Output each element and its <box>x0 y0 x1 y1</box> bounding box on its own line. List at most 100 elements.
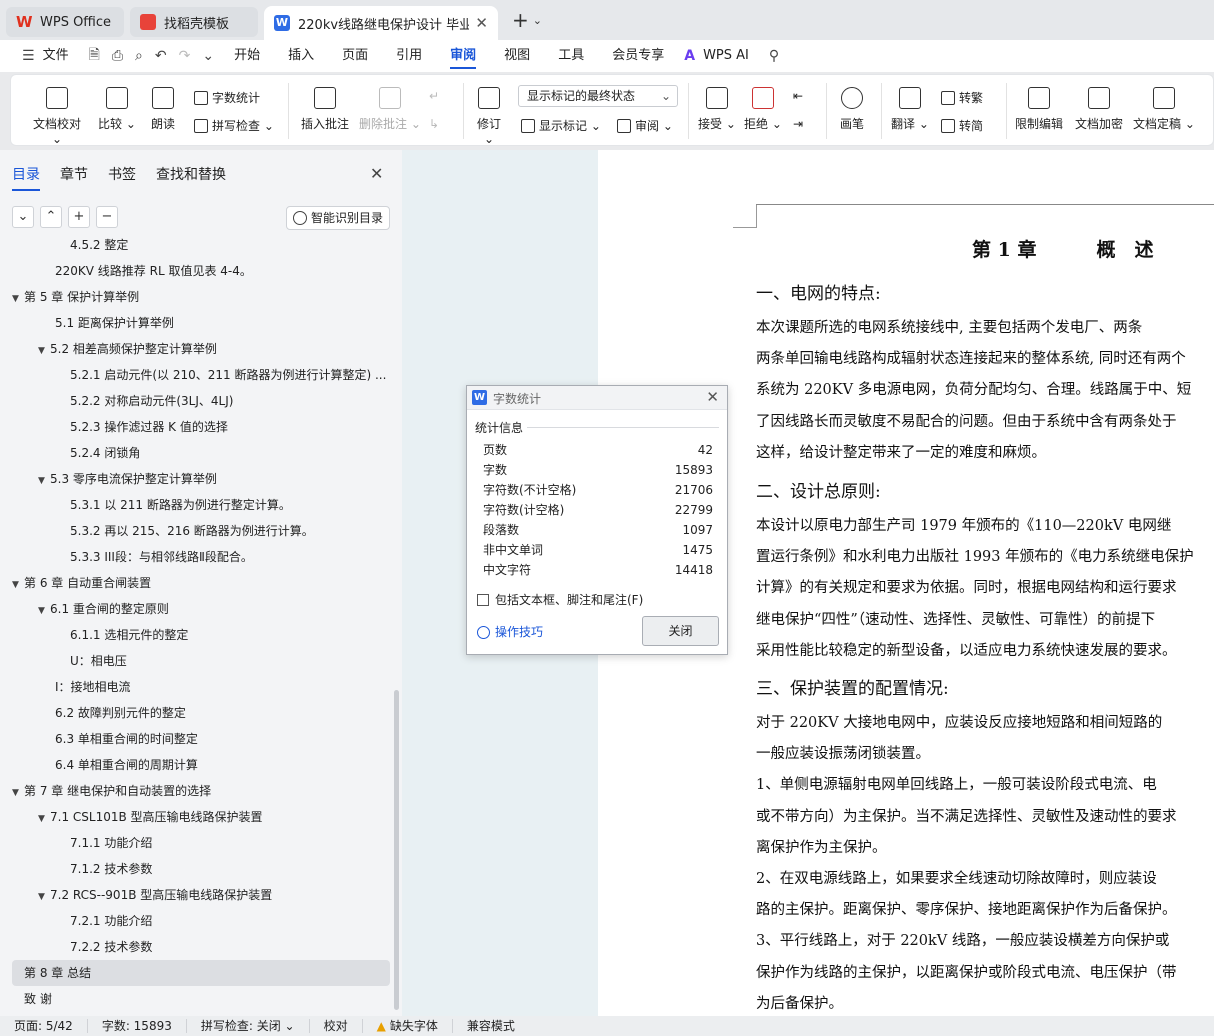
print-preview-icon[interactable]: ⌕ <box>129 48 149 64</box>
expand-triangle-icon[interactable]: ▼ <box>38 806 50 830</box>
toc-item[interactable]: 7.2.2 技术参数 <box>12 934 390 960</box>
chevron-down-icon[interactable]: ⌄ <box>533 14 542 27</box>
reject-button[interactable]: 拒绝 ⌄ <box>744 87 782 132</box>
close-panel-icon[interactable]: ✕ <box>370 164 383 183</box>
tab-toc[interactable]: 目录 <box>12 164 40 191</box>
status-page[interactable]: 页面: 5/42 <box>0 1019 88 1033</box>
menu-home[interactable]: 开始 <box>220 40 274 72</box>
expand-triangle-icon[interactable]: ▼ <box>38 598 50 622</box>
toc-item[interactable]: 7.1.2 技术参数 <box>12 856 390 882</box>
toc-item[interactable]: ▼ 第 6 章 自动重合闸装置 <box>12 570 390 596</box>
toc-item[interactable]: 5.3.2 再以 215、216 断路器为例进行计算。 <box>12 518 390 544</box>
to-traditional-button[interactable]: 转繁 <box>941 89 983 106</box>
expand-triangle-icon[interactable]: ▼ <box>38 338 50 362</box>
status-missing-font[interactable]: ▲ 缺失字体 <box>363 1019 453 1033</box>
proofread-button[interactable]: 文档校对 ⌄ <box>29 87 85 146</box>
compare-button[interactable]: 比较 ⌄ <box>97 87 137 132</box>
track-changes-button[interactable]: 修订 ⌄ <box>471 87 507 146</box>
spell-check-button[interactable]: 拼写检查 ⌄ <box>194 117 274 134</box>
menu-insert[interactable]: 插入 <box>274 40 328 72</box>
toc-item[interactable]: 5.2.4 闭锁角 <box>12 440 390 466</box>
add-heading-icon[interactable]: + <box>68 206 90 228</box>
next-change-icon[interactable]: ⇥ <box>793 117 803 131</box>
toc-item[interactable]: U：相电压 <box>12 648 390 674</box>
toc-item[interactable]: 6.2 故障判别元件的整定 <box>12 700 390 726</box>
menu-tools[interactable]: 工具 <box>544 40 598 72</box>
translate-button[interactable]: 翻译 ⌄ <box>891 87 929 132</box>
toc-item[interactable]: 6.3 单相重合闸的时间整定 <box>12 726 390 752</box>
toc-item[interactable]: ▼ 第 5 章 保护计算举例 <box>12 284 390 310</box>
collapse-up-icon[interactable]: ⌃ <box>40 206 62 228</box>
prev-change-icon[interactable]: ⇤ <box>793 89 803 103</box>
toc-item[interactable]: 5.2.2 对称启动元件(3LJ、4LJ) <box>12 388 390 414</box>
toc-item[interactable]: I：接地相电流 <box>12 674 390 700</box>
toc-item[interactable]: 5.2.3 操作滤过器 K 值的选择 <box>12 414 390 440</box>
tab-bookmarks[interactable]: 书签 <box>108 164 136 184</box>
close-tab-icon[interactable]: ✕ <box>475 14 488 32</box>
toc-item[interactable]: 5.1 距离保护计算举例 <box>12 310 390 336</box>
toc-item[interactable]: 5.3.3 III段：与相邻线路Ⅱ段配合。 <box>12 544 390 570</box>
toc-item[interactable]: 7.2.1 功能介绍 <box>12 908 390 934</box>
new-tab-icon[interactable]: + <box>512 8 529 32</box>
toc-item[interactable]: 6.1.1 选相元件的整定 <box>12 622 390 648</box>
chevron-down-icon[interactable]: ⌄ <box>196 48 220 64</box>
undo-icon[interactable]: ↶ <box>149 48 173 64</box>
redo-icon[interactable]: ↷ <box>173 48 197 64</box>
tab-document[interactable]: W 220kv线路继电保护设计 毕业 ✕ <box>264 6 498 40</box>
menu-file[interactable]: 文件 <box>41 40 83 72</box>
tips-link[interactable]: 操作技巧 <box>477 623 543 640</box>
toc-item[interactable]: ▼ 7.1 CSL101B 型高压输电线路保护装置 <box>12 804 390 830</box>
include-textbox-checkbox[interactable]: 包括文本框、脚注和尾注(F) <box>477 591 643 608</box>
toc-item[interactable]: 5.2.1 启动元件(以 210、211 断路器为例进行计算整定) ... <box>12 362 390 388</box>
save-icon[interactable]: 🗎 <box>83 44 106 68</box>
next-comment-icon[interactable]: ↳ <box>429 117 439 131</box>
dialog-titlebar[interactable]: W 字数统计 ✕ <box>467 386 727 410</box>
toc-item[interactable]: ▼ 5.3 零序电流保护整定计算举例 <box>12 466 390 492</box>
status-words[interactable]: 字数: 15893 <box>88 1019 187 1033</box>
restrict-edit-button[interactable]: 限制编辑 <box>1013 87 1065 132</box>
expand-triangle-icon[interactable]: ▼ <box>38 884 50 908</box>
toc-item[interactable]: 4.5.2 整定 <box>12 238 390 258</box>
expand-triangle-icon[interactable]: ▼ <box>12 572 24 596</box>
read-aloud-button[interactable]: 朗读 <box>147 87 179 132</box>
close-button[interactable]: 关闭 <box>642 616 719 646</box>
panel-scrollbar[interactable] <box>394 690 399 1010</box>
toc-item[interactable]: ▼ 第 7 章 继电保护和自动装置的选择 <box>12 778 390 804</box>
collapse-down-icon[interactable]: ⌄ <box>12 206 34 228</box>
to-simplified-button[interactable]: 转简 <box>941 117 983 134</box>
expand-triangle-icon[interactable]: ▼ <box>12 780 24 804</box>
toc-item[interactable]: ▼ 6.1 重合闸的整定原则 <box>12 596 390 622</box>
toc-item[interactable]: 220KV 线路推荐 RL 取值见表 4-4。 <box>12 258 390 284</box>
menu-reference[interactable]: 引用 <box>382 40 436 72</box>
menu-view[interactable]: 视图 <box>490 40 544 72</box>
hamburger-icon[interactable]: ☰ <box>16 48 41 64</box>
print-icon[interactable]: ⎙ <box>106 48 129 64</box>
remove-heading-icon[interactable]: − <box>96 206 118 228</box>
tab-template[interactable]: 找稻壳模板 <box>130 7 258 37</box>
toc-item[interactable]: 5.3.1 以 211 断路器为例进行整定计算。 <box>12 492 390 518</box>
close-icon[interactable]: ✕ <box>706 388 719 406</box>
prev-comment-icon[interactable]: ↵ <box>429 89 439 103</box>
smart-toc-button[interactable]: 智能识别目录 <box>286 206 390 230</box>
finalize-button[interactable]: 文档定稿 ⌄ <box>1131 87 1197 132</box>
insert-comment-button[interactable]: 插入批注 <box>299 87 351 132</box>
markup-state-select[interactable]: 显示标记的最终状态 ⌄ <box>518 85 678 107</box>
menu-member[interactable]: 会员专享 <box>598 40 678 72</box>
tab-find-replace[interactable]: 查找和替换 <box>156 164 226 184</box>
show-markup-button[interactable]: 显示标记 ⌄ <box>521 117 601 134</box>
encrypt-button[interactable]: 文档加密 <box>1071 87 1127 132</box>
toc-item[interactable]: 第 8 章 总结 <box>12 960 390 986</box>
toc-item[interactable]: 致 谢 <box>12 986 390 1012</box>
word-count-button[interactable]: 字数统计 <box>194 89 260 106</box>
toc-item[interactable]: ▼ 7.2 RCS--901B 型高压输电线路保护装置 <box>12 882 390 908</box>
menu-wps-ai[interactable]: WPS AI <box>701 40 763 72</box>
delete-comment-button[interactable]: 删除批注 ⌄ <box>359 87 421 132</box>
menu-page[interactable]: 页面 <box>328 40 382 72</box>
toc-item[interactable]: 7.1.1 功能介绍 <box>12 830 390 856</box>
toc-item[interactable]: 6.4 单相重合闸的周期计算 <box>12 752 390 778</box>
expand-triangle-icon[interactable]: ▼ <box>12 286 24 310</box>
expand-triangle-icon[interactable]: ▼ <box>38 468 50 492</box>
toc-item[interactable]: ▼ 5.2 相差高频保护整定计算举例 <box>12 336 390 362</box>
status-spell[interactable]: 拼写检查: 关闭 ⌄ <box>187 1019 310 1033</box>
tab-wps-office[interactable]: W WPS Office <box>6 7 124 37</box>
